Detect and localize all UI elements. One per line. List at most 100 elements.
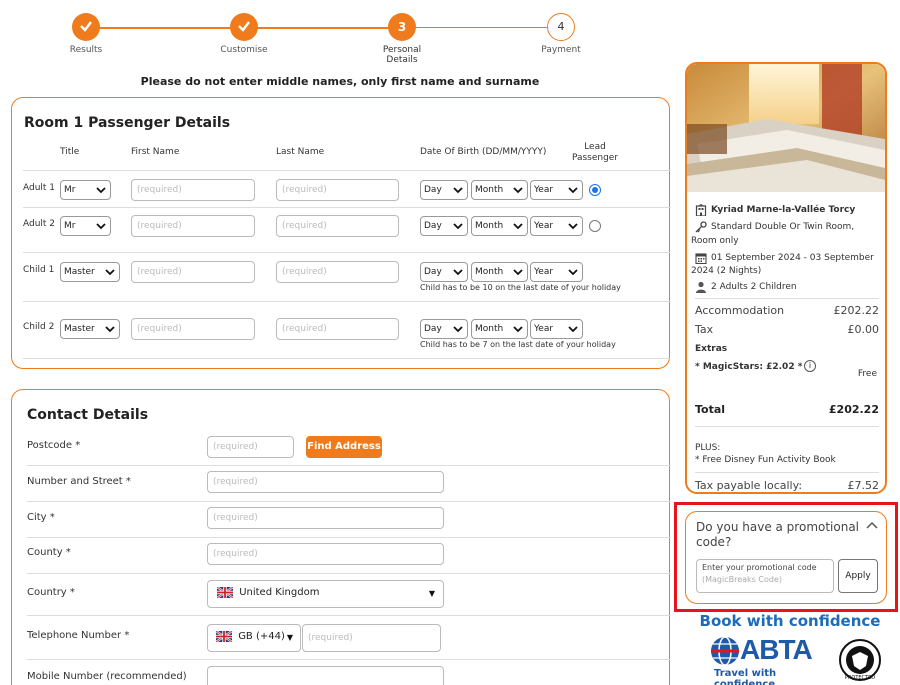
title-select[interactable]: Master (60, 319, 120, 339)
promo-code-input[interactable]: Enter your promotional code (MagicBreaks… (696, 559, 834, 593)
phone-country-select[interactable]: GB (+44) ▼ (207, 624, 301, 652)
caret-down-icon: ▼ (286, 633, 293, 642)
progress-stepper: Results Customise 3 Personal Details 4 P… (0, 0, 680, 70)
postcode-input[interactable]: (required) (207, 436, 294, 458)
dob-day-select[interactable]: Day (420, 180, 468, 200)
last-name-input[interactable]: (required) (276, 318, 399, 340)
dob-day-select[interactable]: Day (420, 216, 468, 236)
lead-passenger-radio[interactable] (589, 220, 601, 232)
row-divider (27, 659, 671, 660)
last-name-input[interactable]: (required) (276, 215, 399, 237)
dob-day-select[interactable]: Day (420, 262, 468, 282)
chevron-down-icon (453, 269, 463, 276)
check-icon (230, 13, 258, 41)
total-label: Total (695, 403, 726, 416)
dob-year-select[interactable]: Year (530, 216, 583, 236)
uk-flag-icon (217, 587, 233, 598)
row-divider (23, 207, 671, 208)
guests: 2 Adults 2 Children (711, 282, 797, 292)
title-select[interactable]: Master (60, 262, 120, 282)
row-divider (27, 615, 671, 616)
first-name-input[interactable]: (required) (131, 215, 255, 237)
header-lead-passenger: Lead Passenger (571, 142, 619, 163)
country-value: United Kingdom (239, 587, 320, 598)
stay-dates-line1: 01 September 2024 - 03 September (711, 253, 874, 263)
abta-tagline: Travel with confidence (714, 668, 777, 685)
country-label: Country * (27, 587, 75, 598)
step-number: 4 (547, 13, 575, 41)
abta-logo: ABTA Travel with confidence (708, 634, 833, 685)
dob-day-select[interactable]: Day (420, 319, 468, 339)
tax-local-row: Tax payable locally: £7.52 (695, 479, 879, 492)
tax-label: Tax (695, 323, 714, 336)
city-label: City * (27, 512, 55, 523)
summary-divider (695, 472, 879, 473)
magicstars-label: * MagicStars: £2.02 * (695, 362, 803, 372)
caret-down-icon: ▼ (428, 589, 435, 598)
promo-question: Do you have a promotional code? (696, 520, 860, 549)
dob-year-select[interactable]: Year (530, 180, 583, 200)
city-input[interactable]: (required) (207, 507, 444, 529)
title-select[interactable]: Mr (60, 180, 111, 200)
dob-month-select[interactable]: Month (471, 216, 528, 236)
calendar-icon (695, 253, 707, 264)
dob-month-select[interactable]: Month (471, 319, 528, 339)
chevron-up-icon[interactable] (866, 520, 878, 530)
chevron-down-icon (105, 326, 115, 333)
check-icon (72, 13, 100, 41)
county-label: County * (27, 547, 71, 558)
magicstars-value: Free (857, 369, 877, 379)
tax-value: £0.00 (847, 323, 880, 336)
step-customise[interactable]: Customise (184, 13, 304, 55)
promo-code-panel: Do you have a promotional code? Enter yo… (685, 511, 887, 604)
total-row: Total £202.22 (695, 403, 879, 416)
protected-seal-icon: PROTECTED (839, 639, 881, 681)
age-hint: Child has to be 10 on the last date of y… (420, 283, 621, 292)
chevron-down-icon (568, 187, 578, 194)
chevron-down-icon (96, 187, 106, 194)
last-name-input[interactable]: (required) (276, 179, 399, 201)
lead-passenger-radio[interactable] (589, 184, 601, 196)
row-label: Child 1 (23, 265, 55, 275)
dob-month-select[interactable]: Month (471, 180, 528, 200)
first-name-input[interactable]: (required) (131, 179, 255, 201)
extras-label: Extras (695, 344, 728, 354)
person-icon (696, 281, 706, 293)
summary-divider (695, 298, 879, 299)
apply-promo-button[interactable]: Apply (838, 559, 878, 593)
find-address-button[interactable]: Find Address (306, 436, 382, 458)
phone-input[interactable]: (required) (302, 624, 441, 652)
chevron-down-icon (568, 269, 578, 276)
chevron-down-icon (568, 223, 578, 230)
dob-year-select[interactable]: Year (530, 319, 583, 339)
mobile-label: Mobile Number (recommended) (27, 671, 187, 682)
phone-label: Telephone Number * (27, 630, 130, 641)
step-results[interactable]: Results (26, 13, 146, 55)
row-label: Child 2 (23, 322, 55, 332)
tax-local-value: £7.52 (847, 479, 880, 492)
title-select[interactable]: Mr (60, 216, 111, 236)
chevron-down-icon (96, 223, 106, 230)
phone-code-value: GB (+44) (238, 631, 285, 642)
summary-divider (695, 426, 879, 427)
first-name-input[interactable]: (required) (131, 261, 255, 283)
chevron-down-icon (513, 223, 523, 230)
first-name-input[interactable]: (required) (131, 318, 255, 340)
chevron-down-icon (513, 326, 523, 333)
book-with-confidence: Book with confidence (699, 612, 881, 630)
room-type-line2: Room only (691, 236, 739, 246)
info-icon[interactable]: i (804, 360, 816, 372)
row-divider (27, 465, 671, 466)
dob-year-select[interactable]: Year (530, 262, 583, 282)
stay-dates-line2: 2024 (2 Nights) (691, 266, 762, 276)
last-name-input[interactable]: (required) (276, 261, 399, 283)
dob-month-select[interactable]: Month (471, 262, 528, 282)
county-input[interactable]: (required) (207, 543, 444, 565)
contact-details-panel: Contact Details Postcode * (required) Fi… (11, 389, 671, 685)
step-label: Personal Details (382, 45, 422, 65)
mobile-input[interactable] (207, 666, 444, 685)
country-select[interactable]: United Kingdom ▼ (207, 580, 444, 608)
street-input[interactable]: (required) (207, 471, 444, 493)
chevron-down-icon (513, 187, 523, 194)
booking-summary-panel: Kyriad Marne-la-Vallée Torcy Standard Do… (685, 62, 887, 494)
